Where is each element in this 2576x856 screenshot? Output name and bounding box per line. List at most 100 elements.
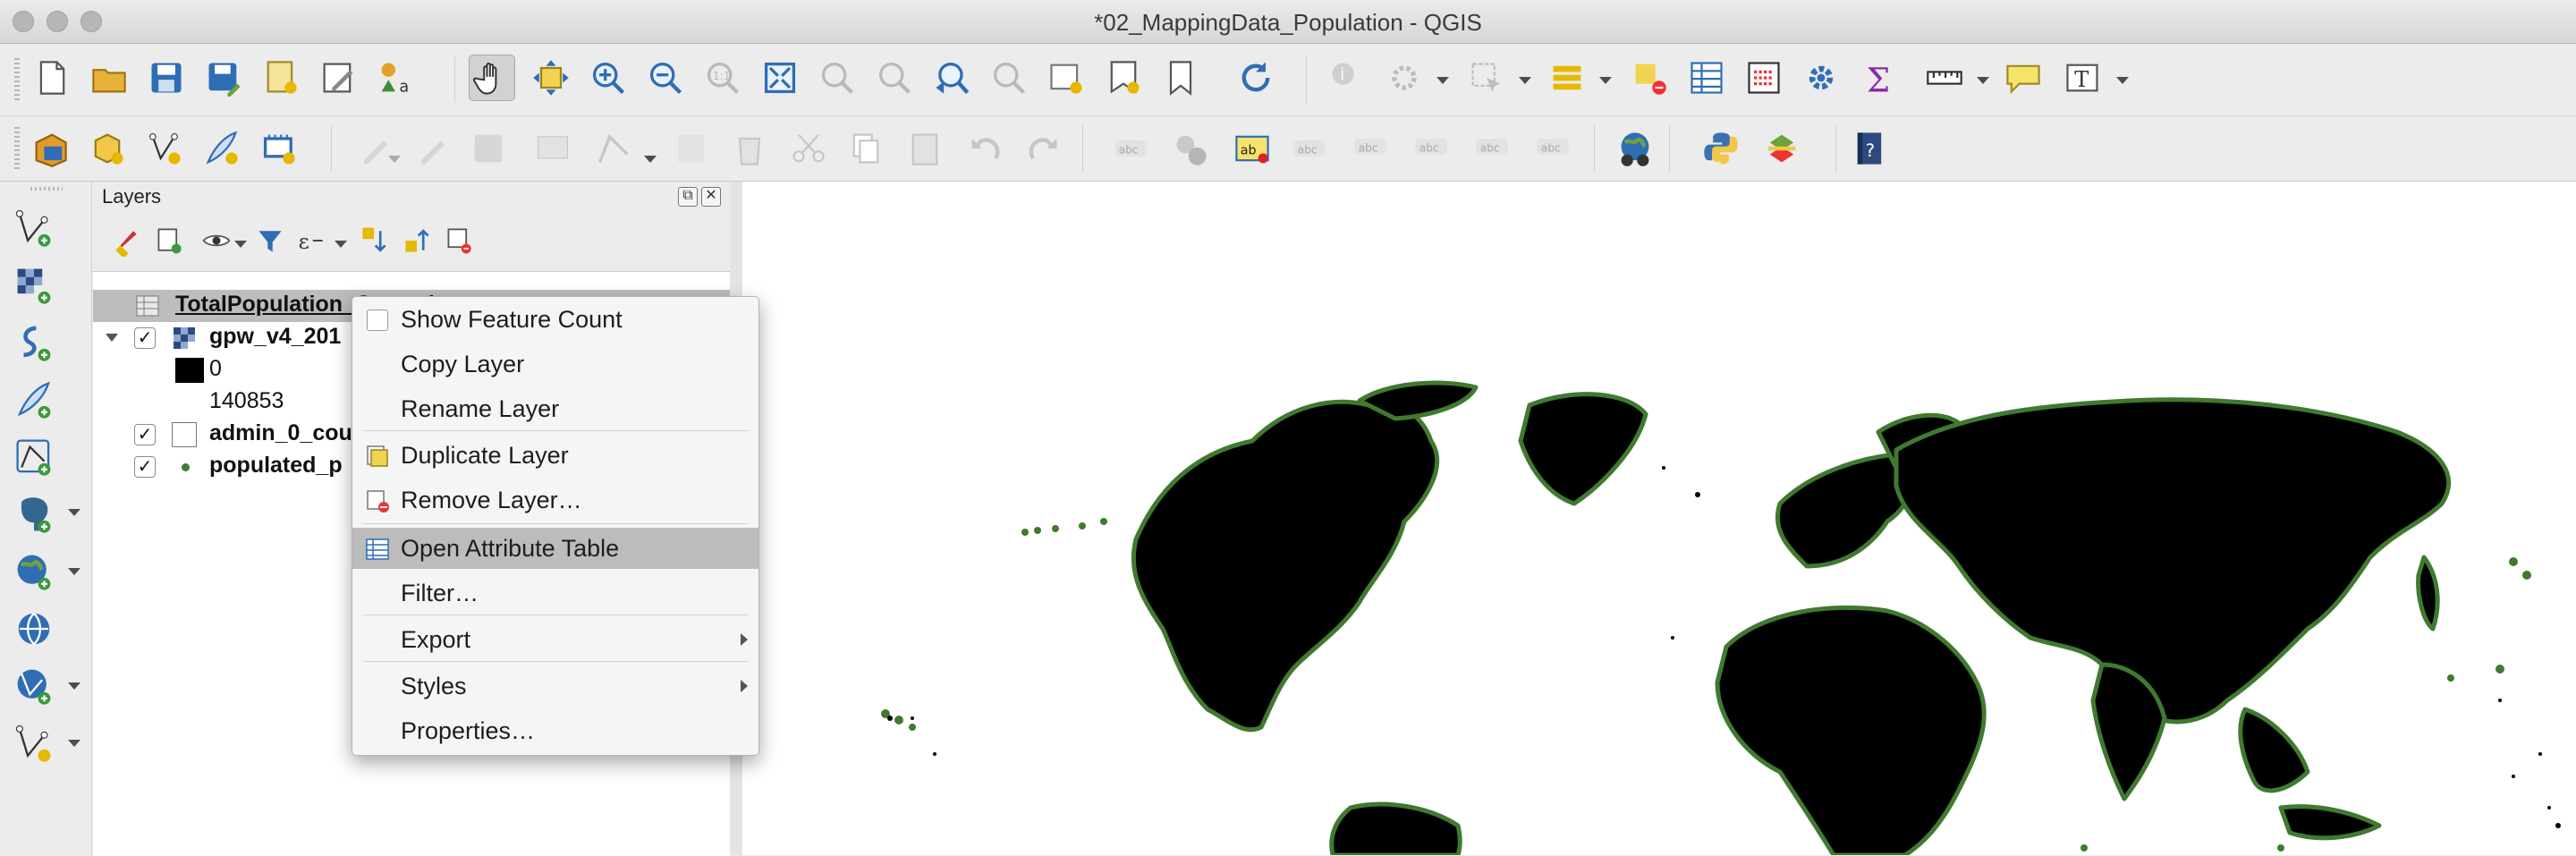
- add-raster-layer-icon[interactable]: [11, 262, 57, 309]
- open-layer-styling-icon[interactable]: [106, 221, 145, 260]
- add-vector-layer-icon[interactable]: [11, 205, 57, 251]
- toolbar-grip[interactable]: [14, 127, 20, 170]
- menu-item-rename-layer[interactable]: Rename Layer: [352, 388, 758, 429]
- paste-features-icon[interactable]: [902, 125, 948, 172]
- add-wms-layer-icon[interactable]: [11, 548, 57, 595]
- add-spatialite-layer-icon[interactable]: [11, 434, 57, 480]
- toggle-editing-icon[interactable]: [408, 125, 454, 172]
- select-features-icon[interactable]: [1463, 55, 1510, 101]
- open-project-icon[interactable]: [86, 55, 132, 101]
- change-label-icon[interactable]: abc: [1530, 125, 1576, 172]
- save-as-icon[interactable]: [200, 55, 247, 101]
- remove-layer-group-icon[interactable]: [440, 221, 479, 260]
- modify-attributes-icon[interactable]: [669, 125, 716, 172]
- new-bookmark-icon[interactable]: [1100, 55, 1147, 101]
- zoom-to-layer-icon[interactable]: [871, 55, 918, 101]
- add-point-cloud-layer-icon[interactable]: [11, 720, 57, 767]
- filter-by-expression-icon[interactable]: ε: [292, 221, 331, 260]
- menu-item-styles[interactable]: Styles: [352, 665, 758, 707]
- add-wfs-layer-icon[interactable]: [11, 606, 57, 652]
- current-edits-icon[interactable]: [351, 125, 397, 172]
- add-group-icon[interactable]: [150, 221, 190, 260]
- new-geopackage-layer-icon[interactable]: [84, 125, 131, 172]
- quickmapservices-icon[interactable]: [1612, 125, 1658, 172]
- delete-selected-icon[interactable]: [726, 125, 773, 172]
- toolbar-grip[interactable]: [30, 187, 63, 191]
- menu-item-open-attribute-table[interactable]: Open Attribute Table: [352, 528, 758, 569]
- plugin-reloader-icon[interactable]: [1758, 125, 1805, 172]
- add-virtual-layer-icon[interactable]: [11, 663, 57, 709]
- zoom-to-selection-icon[interactable]: [814, 55, 860, 101]
- filter-legend-icon[interactable]: [250, 221, 290, 260]
- show-hide-labels-icon[interactable]: abc: [1347, 125, 1394, 172]
- layer-visibility-checkbox[interactable]: ✓: [134, 456, 156, 478]
- manage-map-themes-icon[interactable]: [197, 221, 236, 260]
- move-label-icon[interactable]: abc: [1408, 125, 1454, 172]
- label-toolbar-icon[interactable]: abc: [1107, 125, 1154, 172]
- menu-item-show-feature-count[interactable]: Show Feature Count: [352, 299, 758, 340]
- help-icon[interactable]: ?: [1846, 125, 1893, 172]
- new-print-layout-icon[interactable]: [258, 55, 304, 101]
- cut-features-icon[interactable]: [785, 125, 832, 172]
- layer-visibility-checkbox[interactable]: ✓: [134, 327, 156, 349]
- python-console-icon[interactable]: [1698, 125, 1744, 172]
- style-manager-icon[interactable]: a: [372, 55, 419, 101]
- deselect-all-icon[interactable]: [1626, 55, 1673, 101]
- add-mesh-layer-icon[interactable]: [11, 319, 57, 366]
- new-map-view-icon[interactable]: [1043, 55, 1089, 101]
- data-source-manager-icon[interactable]: [27, 125, 73, 172]
- attribute-table-toolbar-icon[interactable]: [1683, 55, 1730, 101]
- menu-item-filter[interactable]: Filter…: [352, 572, 758, 614]
- run-feature-action-icon[interactable]: [1381, 55, 1428, 101]
- identify-features-icon[interactable]: i: [1324, 55, 1370, 101]
- menu-item-properties[interactable]: Properties…: [352, 710, 758, 751]
- highlight-pinned-labels-icon[interactable]: ab: [1229, 125, 1275, 172]
- menu-item-copy-layer[interactable]: Copy Layer: [352, 343, 758, 385]
- select-by-value-icon[interactable]: [1544, 55, 1590, 101]
- zoom-next-icon[interactable]: [986, 55, 1032, 101]
- save-project-icon[interactable]: [143, 55, 190, 101]
- float-panel-button[interactable]: ⧉: [678, 187, 698, 207]
- zoom-full-icon[interactable]: [757, 55, 803, 101]
- new-shapefile-layer-icon[interactable]: [141, 125, 188, 172]
- toolbar-grip[interactable]: [14, 58, 20, 101]
- show-feature-count-checkbox[interactable]: [367, 309, 388, 331]
- expand-chevron-down-icon[interactable]: [106, 334, 118, 342]
- layer-visibility-checkbox[interactable]: ✓: [134, 424, 156, 445]
- close-panel-button[interactable]: ✕: [701, 187, 721, 207]
- add-postgis-layer-icon[interactable]: [11, 491, 57, 538]
- copy-features-icon[interactable]: [843, 125, 889, 172]
- new-temporary-layer-icon[interactable]: [199, 125, 245, 172]
- measure-line-icon[interactable]: [1921, 55, 1968, 101]
- zoom-native-resolution-icon[interactable]: 1:1: [699, 55, 746, 101]
- rotate-label-icon[interactable]: abc: [1469, 125, 1515, 172]
- expand-all-icon[interactable]: [354, 221, 394, 260]
- menu-item-remove-layer[interactable]: Remove Layer…: [352, 479, 758, 521]
- map-tips-icon[interactable]: [2000, 55, 2046, 101]
- save-layer-edits-icon[interactable]: [465, 125, 512, 172]
- show-bookmarks-icon[interactable]: [1157, 55, 1204, 101]
- pin-labels-icon[interactable]: abc: [1286, 125, 1333, 172]
- menu-item-duplicate-layer[interactable]: Duplicate Layer: [352, 435, 758, 476]
- pan-to-selection-icon[interactable]: [528, 55, 574, 101]
- zoom-in-icon[interactable]: [585, 55, 631, 101]
- redo-icon[interactable]: [1020, 125, 1066, 172]
- statistical-summary-icon[interactable]: [1741, 55, 1787, 101]
- diagram-toolbar-icon[interactable]: [1168, 125, 1215, 172]
- text-annotation-icon[interactable]: T: [2059, 55, 2106, 101]
- pan-map-icon[interactable]: [469, 55, 515, 101]
- zoom-out-icon[interactable]: [642, 55, 689, 101]
- undo-icon[interactable]: [962, 125, 1009, 172]
- field-calculator-icon[interactable]: Σ: [1855, 55, 1902, 101]
- processing-toolbox-icon[interactable]: [1798, 55, 1844, 101]
- collapse-all-icon[interactable]: [397, 221, 436, 260]
- map-canvas[interactable]: [742, 182, 2576, 855]
- menu-item-export[interactable]: Export: [352, 619, 758, 660]
- vertex-tool-icon[interactable]: [590, 125, 637, 172]
- add-record-icon[interactable]: [530, 125, 576, 172]
- new-virtual-layer-icon[interactable]: [256, 125, 302, 172]
- add-delimited-text-icon[interactable]: [11, 377, 57, 423]
- zoom-last-icon[interactable]: [928, 55, 975, 101]
- refresh-icon[interactable]: [1233, 55, 1279, 101]
- new-project-icon[interactable]: [29, 55, 75, 101]
